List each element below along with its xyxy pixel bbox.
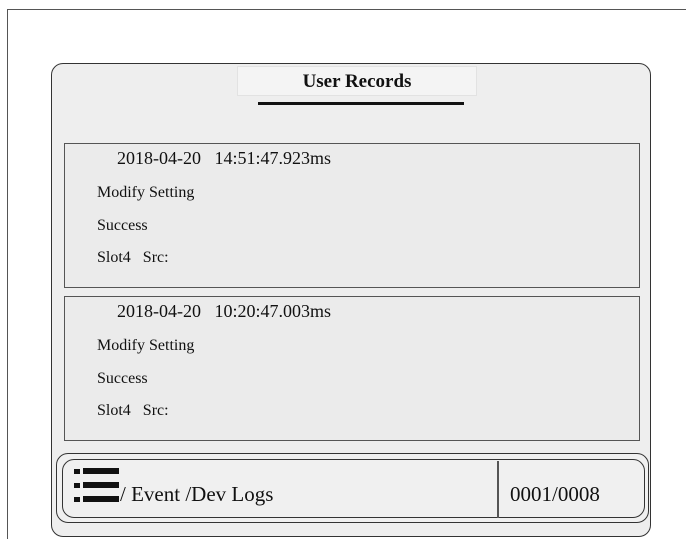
record-source: Slot4 Src:	[97, 402, 169, 419]
record-entry-2[interactable]: 2018-04-20 10:20:47.003ms Modify Setting…	[64, 296, 640, 441]
title-underline	[258, 102, 464, 105]
record-action: Modify Setting	[97, 184, 195, 201]
footer-divider	[497, 461, 499, 518]
record-result: Success	[97, 217, 148, 234]
list-menu-icon[interactable]	[74, 466, 120, 506]
record-timestamp: 2018-04-20 10:20:47.003ms	[117, 301, 331, 321]
page-counter: 0001/0008	[510, 482, 600, 506]
record-action: Modify Setting	[97, 337, 195, 354]
record-source: Slot4 Src:	[97, 249, 169, 266]
record-timestamp: 2018-04-20 14:51:47.923ms	[117, 148, 331, 168]
page-title: User Records	[237, 66, 477, 96]
record-entry-1[interactable]: 2018-04-20 14:51:47.923ms Modify Setting…	[64, 143, 640, 288]
breadcrumb-nav[interactable]: / Event /Dev Logs	[120, 482, 273, 507]
record-result: Success	[97, 370, 148, 387]
